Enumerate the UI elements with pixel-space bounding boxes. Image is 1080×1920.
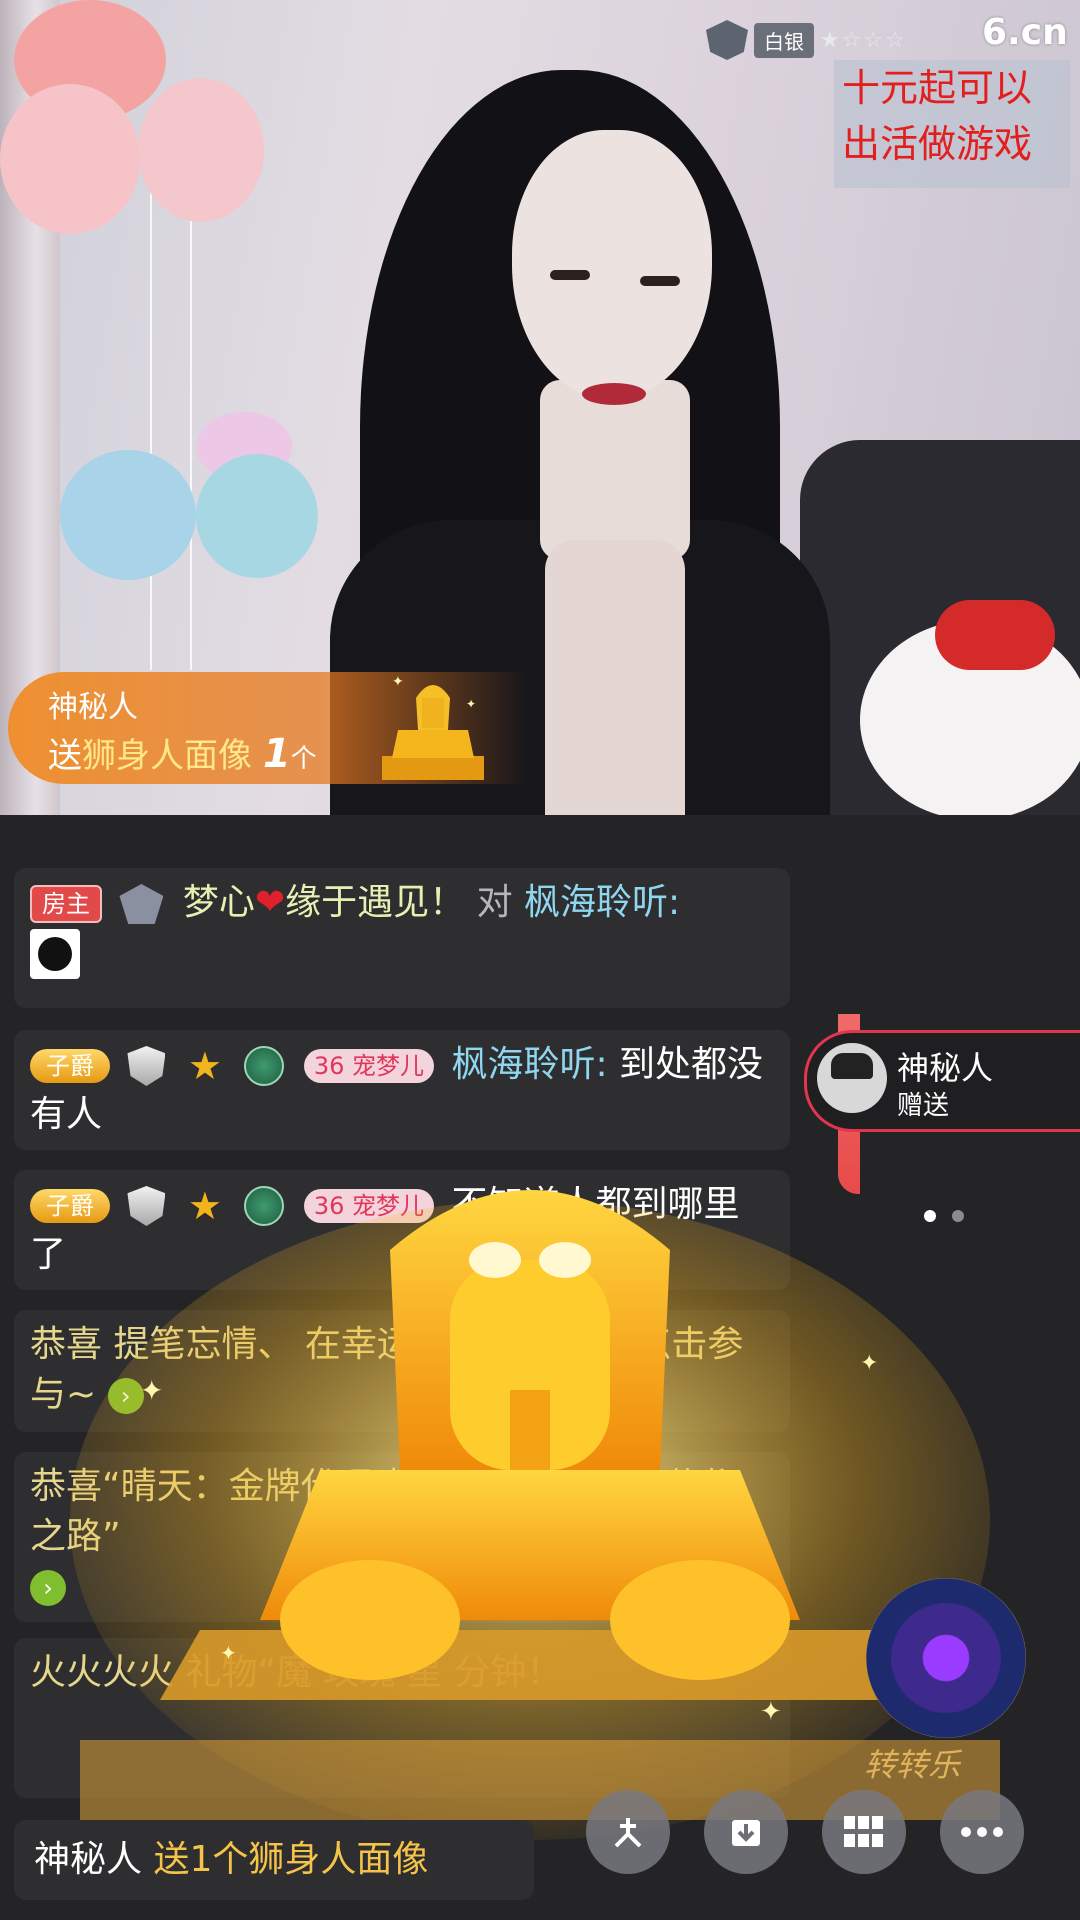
page-dot — [952, 1210, 964, 1222]
gift-banner-line: 送狮身人面像 1个 — [48, 728, 317, 777]
rank-shield-icon — [706, 20, 748, 60]
heart-icon: ❤ — [254, 882, 286, 923]
chat-target-user[interactable]: 枫海聆听: — [524, 882, 680, 923]
svg-text:✦: ✦ — [392, 674, 404, 690]
medal-icon — [244, 1046, 285, 1086]
lips — [582, 383, 646, 405]
promo-sign: 十元起可以 出活做游戏 — [834, 60, 1070, 188]
pet-name: 宠梦儿 — [352, 1192, 424, 1220]
go-arrow-icon[interactable]: › — [30, 1570, 66, 1606]
level-shield-icon — [127, 1186, 166, 1226]
streamer-face — [512, 130, 712, 400]
gift-banner-count: 1 — [262, 731, 291, 777]
system-text: 火火火火 礼物“魔 玫瑰 星 分钟！ — [30, 1652, 563, 1693]
side-gift-notice[interactable]: 神秘人 赠送 — [804, 1030, 1080, 1132]
svg-text:✦: ✦ — [860, 1351, 878, 1376]
live-video[interactable]: 白银 ★☆☆☆ 6.cn 十元起可以 出活做游戏 神秘人 送狮身人面像 1个 ✦… — [0, 0, 1080, 815]
chat-username[interactable]: 梦心 — [183, 882, 255, 923]
gift-banner-sender: 神秘人 — [48, 690, 138, 725]
grid-icon — [844, 1816, 883, 1847]
rank-stars: ★☆☆☆ — [820, 27, 907, 53]
system-message[interactable]: 火火火火 礼物“魔 玫瑰 星 分钟！ — [14, 1638, 790, 1798]
chat-username[interactable]: 枫海聆听: — [451, 1044, 607, 1085]
page-dot-active — [924, 1210, 936, 1222]
medal-icon — [244, 1186, 285, 1226]
sticker-icon — [30, 929, 80, 979]
bottom-sender: 神秘人 — [34, 1839, 143, 1880]
noble-tag: 子爵 — [30, 1189, 110, 1223]
download-button[interactable] — [704, 1790, 788, 1874]
balloon-string — [190, 220, 192, 670]
system-message[interactable]: 恭喜 提笔忘情、 在幸运 5000 六币。点击参与~ › — [14, 1310, 790, 1432]
avatar — [817, 1043, 887, 1113]
svg-text:✦: ✦ — [466, 697, 476, 711]
more-button[interactable] — [940, 1790, 1024, 1874]
gift-banner-send-word: 送 — [48, 736, 82, 776]
balloon — [138, 78, 264, 222]
plush-bow — [935, 600, 1055, 670]
level-shield-icon — [127, 1046, 166, 1086]
chat-message[interactable]: 子爵 ★ 36 宠梦儿 枫海聆听: 到处都没有人 — [14, 1030, 790, 1150]
site-logo: 6.cn — [982, 12, 1068, 53]
streamer-neck — [540, 380, 690, 560]
share-icon — [614, 1818, 642, 1848]
chat-message[interactable]: 房主 梦心❤缘于遇见！ 对 枫海聆听: — [14, 868, 790, 1008]
pet-tag: 36 宠梦儿 — [303, 1049, 434, 1083]
streamer-chest — [545, 540, 685, 815]
more-icon — [961, 1827, 1003, 1837]
lucky-wheel-button[interactable] — [866, 1578, 1026, 1738]
gift-banner-gift-name: 狮身人面像 — [82, 736, 252, 776]
eye — [640, 276, 680, 286]
promo-line-1: 十元起可以 — [842, 66, 1033, 110]
balloon — [0, 84, 140, 234]
rank-label: 白银 — [754, 22, 814, 58]
balloon — [196, 454, 318, 578]
star-badge-icon: ★ — [187, 1044, 222, 1088]
gift-banner-unit: 个 — [290, 744, 317, 774]
pet-tag: 36 宠梦儿 — [303, 1189, 434, 1223]
sphinx-gift-icon: ✦ ✦ — [382, 674, 484, 780]
side-notice-action: 赠送 — [897, 1091, 950, 1121]
lucky-wheel-label: 转转乐 — [864, 1746, 961, 1784]
promo-line-2: 出活做游戏 — [842, 122, 1033, 166]
chat-message[interactable]: 子爵 ★ 36 宠梦儿 不知道人都到哪里了 — [14, 1170, 790, 1290]
eye — [550, 270, 590, 280]
chat-username-suffix: 缘于遇见！ — [285, 882, 466, 923]
to-word: 对 — [476, 882, 513, 923]
balloon-string — [150, 170, 152, 670]
pet-level: 36 — [313, 1052, 345, 1080]
rank-icon — [119, 884, 164, 924]
anchor-rank-badge[interactable]: 白银 ★☆☆☆ — [706, 20, 907, 60]
bottom-gift-message[interactable]: 神秘人 送1个狮身人面像 — [14, 1820, 534, 1900]
system-text: 恭喜“晴天：金牌代理 超级 转转乐获得“信仰之路” — [30, 1466, 739, 1557]
side-notice-name: 神秘人 — [897, 1049, 994, 1087]
host-tag: 房主 — [30, 885, 102, 923]
balloon — [60, 450, 196, 580]
star-badge-icon: ★ — [187, 1184, 222, 1228]
download-icon — [732, 1820, 760, 1846]
pet-level: 36 — [313, 1192, 345, 1220]
system-message[interactable]: 恭喜“晴天：金牌代理 超级 转转乐获得“信仰之路” › — [14, 1452, 790, 1622]
pet-name: 宠梦儿 — [352, 1052, 424, 1080]
grid-button[interactable] — [822, 1790, 906, 1874]
share-button[interactable] — [586, 1790, 670, 1874]
noble-tag: 子爵 — [30, 1049, 110, 1083]
go-arrow-icon[interactable]: › — [107, 1378, 144, 1414]
bottom-gift-text: 送1个狮身人面像 — [153, 1839, 429, 1880]
